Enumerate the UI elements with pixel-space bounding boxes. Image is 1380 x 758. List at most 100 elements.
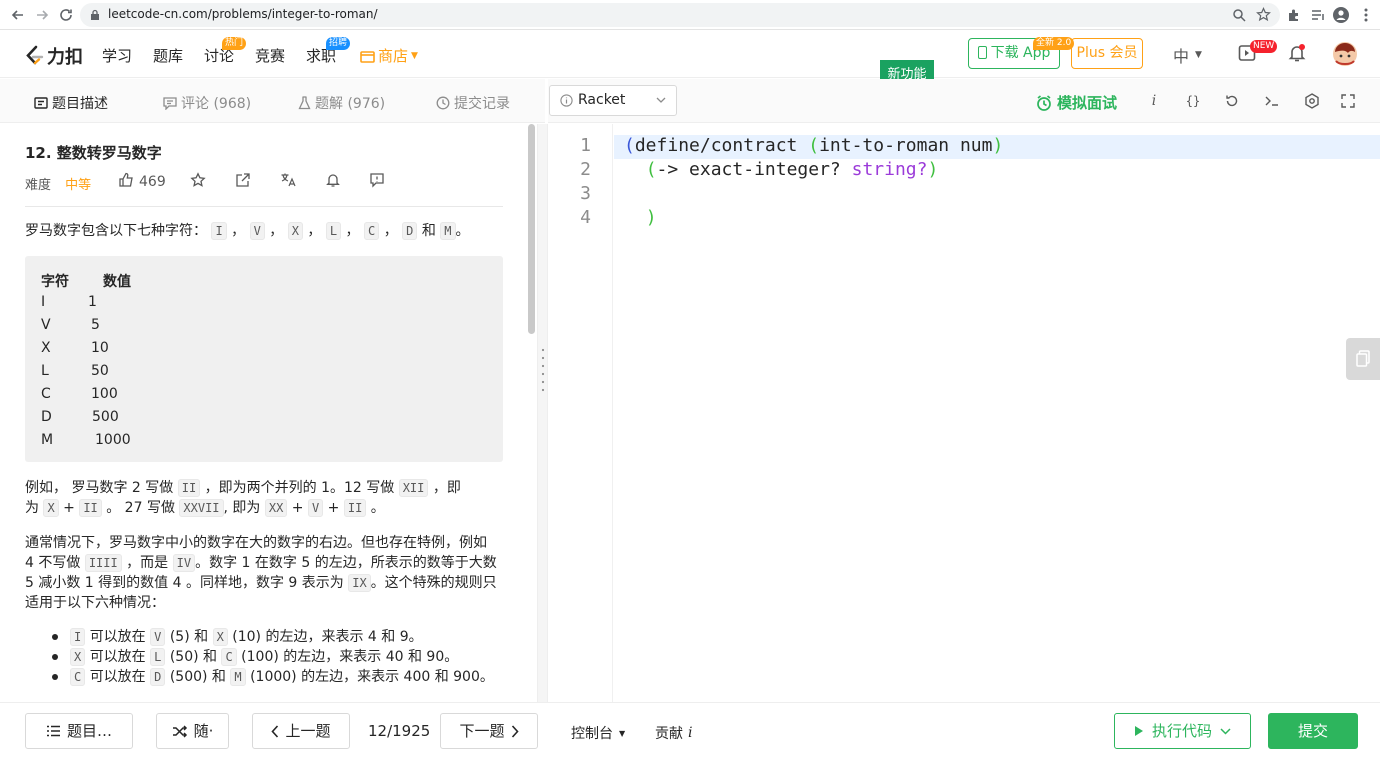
nav-contest[interactable]: 竞赛 (255, 45, 285, 66)
tab-comments[interactable]: 评论 (968) (163, 93, 251, 113)
forward-arrow-icon[interactable] (34, 7, 50, 23)
intro-paragraph: 罗马数字包含以下七种字符： I ， V ， X ， L ， C ， D 和 M。 (25, 222, 470, 240)
history-icon (436, 96, 450, 110)
user-avatar[interactable] (1333, 42, 1357, 66)
text: 可以放在 (89, 669, 146, 685)
share-icon[interactable] (235, 172, 251, 188)
table-cell: V (41, 317, 51, 333)
reset-code-icon[interactable] (1224, 93, 1240, 109)
code-chip: X (287, 222, 303, 240)
code-chip: M (440, 222, 456, 240)
site-logo[interactable]: 力扣 (24, 43, 83, 69)
bell-icon[interactable] (325, 172, 341, 188)
next-problem-button[interactable]: 下一题 (440, 713, 538, 749)
format-code-icon[interactable]: {} (1182, 93, 1204, 109)
code-chip: IX (348, 574, 371, 592)
terminal-icon[interactable] (1264, 93, 1280, 109)
text: 。这个特殊的规则只 (370, 575, 497, 591)
contribute-info-icon: i (688, 725, 693, 741)
info-icon[interactable]: i (1146, 93, 1162, 109)
nav-problems[interactable]: 题库 (153, 45, 183, 66)
shop-icon (360, 50, 375, 63)
code-token: int-to-roman num (819, 135, 993, 156)
paren-close: ) (992, 135, 1004, 156)
reading-list-icon[interactable] (1310, 7, 1326, 23)
problem-list-button[interactable]: 题目… (25, 713, 133, 749)
console-label: 控制台 (571, 726, 613, 742)
panel-splitter[interactable] (537, 124, 548, 702)
code-chip: IV (172, 554, 196, 572)
random-button[interactable]: 随· (156, 713, 229, 749)
language-switch[interactable]: 中 ▼ (1173, 43, 1202, 67)
code-chip: C (221, 648, 237, 666)
tab-submissions[interactable]: 提交记录 (436, 93, 510, 113)
console-toggle[interactable]: 控制台 ▼ (571, 723, 625, 743)
code-editor[interactable]: 1 2 3 4 (define/contract (int-to-roman n… (548, 124, 1380, 702)
code-token: string? (851, 159, 928, 180)
settings-gear-icon[interactable] (1304, 93, 1320, 109)
text: + (327, 500, 340, 516)
contribute-label: 贡献 (655, 726, 683, 742)
problem-tabs: 题目描述 评论 (968) 题解 (976) 提交记录 (0, 79, 545, 123)
meta-divider (25, 206, 503, 207)
address-bar[interactable]: leetcode-cn.com/problems/integer-to-roma… (80, 3, 1280, 27)
text: , 即为 (223, 500, 261, 516)
text: (50) 和 (169, 649, 218, 665)
language-caret-icon: ▼ (1195, 50, 1202, 60)
info-circle-icon (560, 94, 573, 107)
text: (5) 和 (169, 629, 209, 645)
hot-badge: 热门 (222, 37, 247, 50)
paren-close: ) (645, 207, 657, 228)
nav-learn[interactable]: 学习 (102, 45, 132, 66)
problem-scrollbar[interactable] (528, 124, 535, 334)
rule-paragraph-line-4: 适用于以下六种情况： (25, 595, 165, 611)
tab-solutions[interactable]: 题解 (976) (298, 93, 385, 113)
code-chip: IIII (84, 554, 122, 572)
play-icon (1134, 726, 1143, 736)
fullscreen-icon[interactable] (1340, 93, 1356, 109)
text: ，而是 (126, 555, 169, 571)
intro-and: 和 (421, 223, 436, 239)
chevron-down-icon (1220, 727, 1231, 735)
back-arrow-icon[interactable] (10, 7, 26, 23)
zoom-icon[interactable] (1232, 8, 1246, 22)
browser-menu-icon[interactable] (1358, 7, 1374, 23)
text: 。数字 1 在数字 5 的左边，所表示的数等于大数 (195, 555, 497, 571)
line-number: 3 (580, 183, 591, 204)
like-count: 469 (139, 174, 166, 190)
list-item: C 可以放在 D (500) 和 M (1000) 的左边，来表示 400 和 … (70, 667, 494, 687)
profile-icon[interactable] (1333, 7, 1349, 23)
notes-side-tab[interactable] (1346, 338, 1380, 380)
prev-problem-button[interactable]: 上一题 (252, 713, 350, 749)
language-select[interactable]: Racket (549, 85, 677, 116)
code-chip: XX (264, 499, 288, 517)
tab-solutions-label: 题解 (976) (315, 96, 386, 112)
bookmark-star-icon[interactable] (1256, 7, 1271, 22)
nav-shop[interactable]: 商店 ▼ (360, 45, 418, 66)
flask-icon (298, 96, 311, 110)
code-chip: C (70, 668, 86, 686)
plus-member-button[interactable]: Plus 会员 (1071, 38, 1143, 69)
tab-description[interactable]: 题目描述 (34, 93, 108, 113)
code-chip: D (150, 668, 166, 686)
run-code-button[interactable]: 执行代码 (1114, 713, 1251, 749)
feedback-icon[interactable] (369, 172, 385, 188)
thumbs-up-icon[interactable] (118, 172, 134, 188)
star-icon[interactable] (190, 172, 206, 188)
notification-bell-icon[interactable] (1287, 43, 1307, 63)
text: 。 (370, 500, 385, 516)
bullet-dot (52, 654, 58, 660)
shop-label: 商店 (378, 47, 409, 65)
logo-text: 力扣 (47, 47, 83, 68)
mock-interview-button[interactable]: 模拟面试 (1036, 92, 1117, 113)
extensions-icon[interactable] (1286, 7, 1302, 23)
translate-icon[interactable] (280, 172, 296, 188)
alarm-clock-icon (1037, 94, 1051, 111)
submit-button[interactable]: 提交 (1268, 713, 1358, 749)
text: ，即 (432, 480, 461, 496)
mock-interview-label: 模拟面试 (1057, 94, 1118, 112)
language-label: 中 (1173, 47, 1190, 66)
contribute-button[interactable]: 贡献 i (655, 723, 692, 743)
bottom-bar: 题目… 随· 上一题 12/1925 下一题 控制台 ▼ 贡献 i 执行代码 提… (0, 702, 1380, 758)
reload-icon[interactable] (58, 7, 74, 23)
